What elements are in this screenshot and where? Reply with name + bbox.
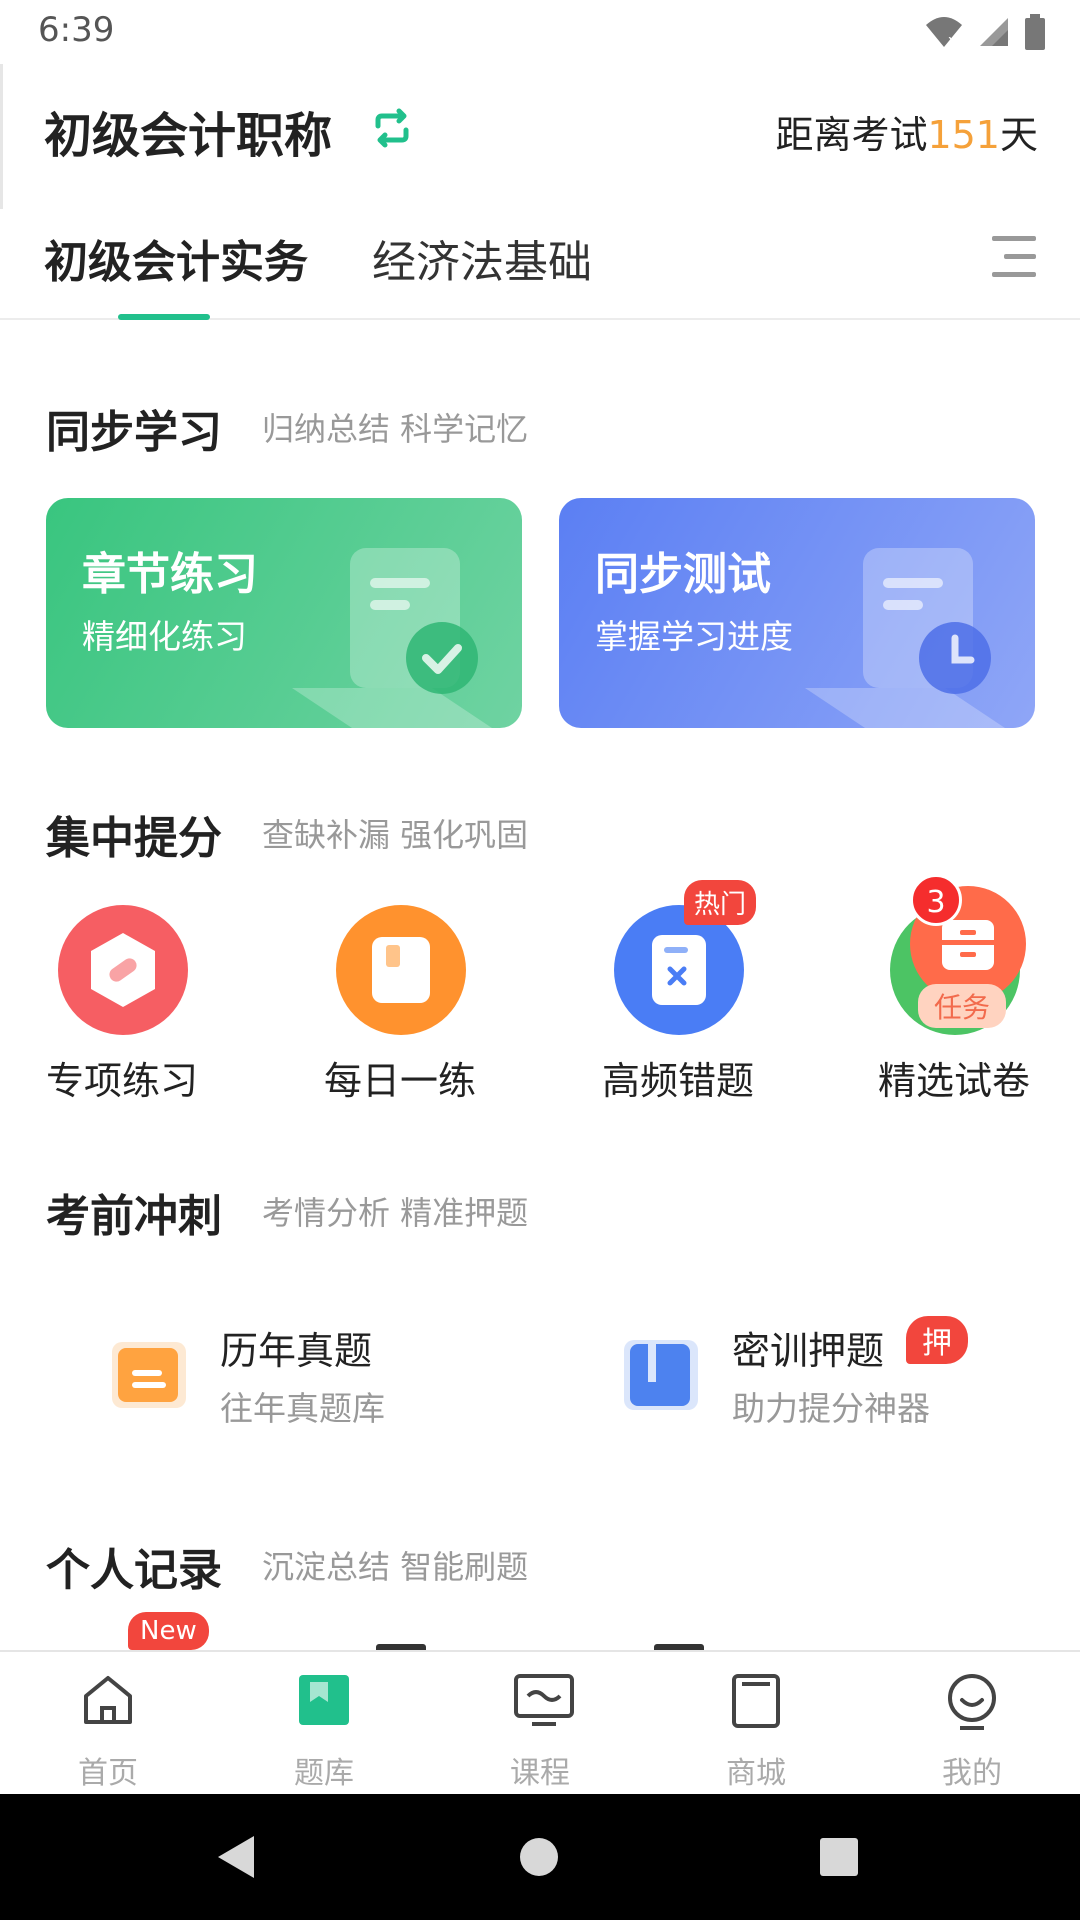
subject-tabs: 初级会计实务 经济法基础 xyxy=(0,210,1080,320)
exam-countdown: 距离考试151天 xyxy=(775,104,1038,159)
section-title-focus: 集中提分 xyxy=(46,813,222,864)
grid-label: 专项练习 xyxy=(46,1059,199,1103)
folder-icon xyxy=(112,1342,186,1408)
nav-item-question-bank[interactable]: 题库 xyxy=(216,1652,432,1796)
card-title: 章节练习 xyxy=(82,549,258,600)
profile-icon xyxy=(948,1674,996,1730)
entry-subtitle: 助力提分神器 xyxy=(732,1389,930,1428)
countdown-days: 151 xyxy=(927,113,1000,157)
nav-label: 我的 xyxy=(942,1756,1002,1791)
section-title-records: 个人记录 xyxy=(46,1545,222,1596)
section-subtitle-records: 沉淀总结 智能刷题 xyxy=(262,1548,529,1586)
tab-economic-law[interactable]: 经济法基础 xyxy=(372,226,592,290)
sync-test-card[interactable]: 同步测试 掌握学习进度 xyxy=(559,498,1035,728)
notification-count-badge: 3 xyxy=(910,874,962,926)
bandage-icon xyxy=(58,905,188,1035)
new-badge: New xyxy=(128,1612,209,1650)
nav-label: 题库 xyxy=(294,1756,354,1791)
nav-label: 首页 xyxy=(78,1756,138,1791)
entry-subtitle: 往年真题库 xyxy=(220,1389,385,1428)
grid-label: 每日一练 xyxy=(324,1059,477,1103)
app-header: 初级会计职称 距离考试151天 xyxy=(0,64,1080,209)
secret-training-entry[interactable]: 密训押题 押 助力提分神器 xyxy=(624,1316,1044,1440)
chapter-practice-card[interactable]: 章节练习 精细化练习 xyxy=(46,498,522,728)
home-icon xyxy=(84,1676,132,1724)
daily-practice-item[interactable]: 每日一练 xyxy=(324,900,564,1120)
status-icons: x xyxy=(924,14,1046,50)
task-badge: 任务 xyxy=(918,984,1007,1028)
nav-item-shop[interactable]: 商城 xyxy=(648,1652,864,1796)
document-clock-icon xyxy=(805,548,1005,728)
section-subtitle-sync: 归纳总结 科学记忆 xyxy=(262,410,529,448)
shop-icon xyxy=(732,1674,780,1728)
hot-badge: 热门 xyxy=(684,880,757,925)
tab-indicator xyxy=(118,314,210,320)
document-check-icon xyxy=(292,548,492,728)
monitor-icon xyxy=(514,1674,574,1726)
grid-label: 精选试卷 xyxy=(878,1059,1031,1103)
countdown-prefix: 距离考试 xyxy=(775,113,928,157)
status-bar: 6:39 x xyxy=(0,0,1080,64)
predict-badge: 押 xyxy=(906,1316,968,1364)
section-title-sprint: 考前冲刺 xyxy=(46,1191,222,1242)
section-subtitle-focus: 查缺补漏 强化巩固 xyxy=(262,816,529,854)
past-exams-entry[interactable]: 历年真题 往年真题库 xyxy=(112,1320,532,1440)
nav-item-profile[interactable]: 我的 xyxy=(864,1652,1080,1796)
selected-papers-item[interactable]: 3 任务 精选试卷 xyxy=(878,874,1080,1120)
section-title-sync: 同步学习 xyxy=(46,407,222,458)
entry-title: 历年真题 xyxy=(220,1329,373,1373)
divider xyxy=(0,64,3,209)
home-circle-icon[interactable] xyxy=(518,1836,560,1878)
section-subtitle-sprint: 考情分析 精准押题 xyxy=(262,1194,529,1232)
battery-icon xyxy=(1025,14,1045,50)
menu-icon[interactable] xyxy=(992,234,1036,280)
notebook-icon xyxy=(624,1340,698,1410)
nav-item-courses[interactable]: 课程 xyxy=(432,1652,648,1796)
tab-accounting-practice[interactable]: 初级会计实务 xyxy=(44,226,308,290)
recents-icon[interactable] xyxy=(818,1836,860,1878)
card-title: 同步测试 xyxy=(595,549,771,600)
page-title[interactable]: 初级会计职称 xyxy=(44,96,332,166)
countdown-suffix: 天 xyxy=(999,113,1038,157)
nav-label: 课程 xyxy=(510,1756,570,1791)
wifi-icon: x xyxy=(926,17,962,49)
status-time: 6:39 xyxy=(38,10,115,50)
question-bank-icon xyxy=(299,1675,349,1725)
nav-label: 商城 xyxy=(726,1756,786,1791)
system-nav-bar xyxy=(0,1794,1080,1920)
frequent-mistakes-item[interactable]: 热门 高频错题 xyxy=(602,880,842,1120)
signal-icon xyxy=(980,18,1008,46)
card-subtitle: 精细化练习 xyxy=(82,617,247,656)
card-subtitle: 掌握学习进度 xyxy=(595,617,793,656)
special-practice-item[interactable]: 专项练习 xyxy=(46,900,286,1120)
grid-label: 高频错题 xyxy=(602,1059,755,1103)
entry-title: 密训押题 xyxy=(732,1329,885,1373)
svg-text:x: x xyxy=(948,33,956,49)
bottom-nav: 首页 题库 课程 商城 我的 xyxy=(0,1650,1080,1794)
back-icon[interactable] xyxy=(214,1834,258,1880)
switch-icon[interactable] xyxy=(370,106,414,150)
book-icon xyxy=(336,905,466,1035)
nav-item-home[interactable]: 首页 xyxy=(0,1652,216,1796)
